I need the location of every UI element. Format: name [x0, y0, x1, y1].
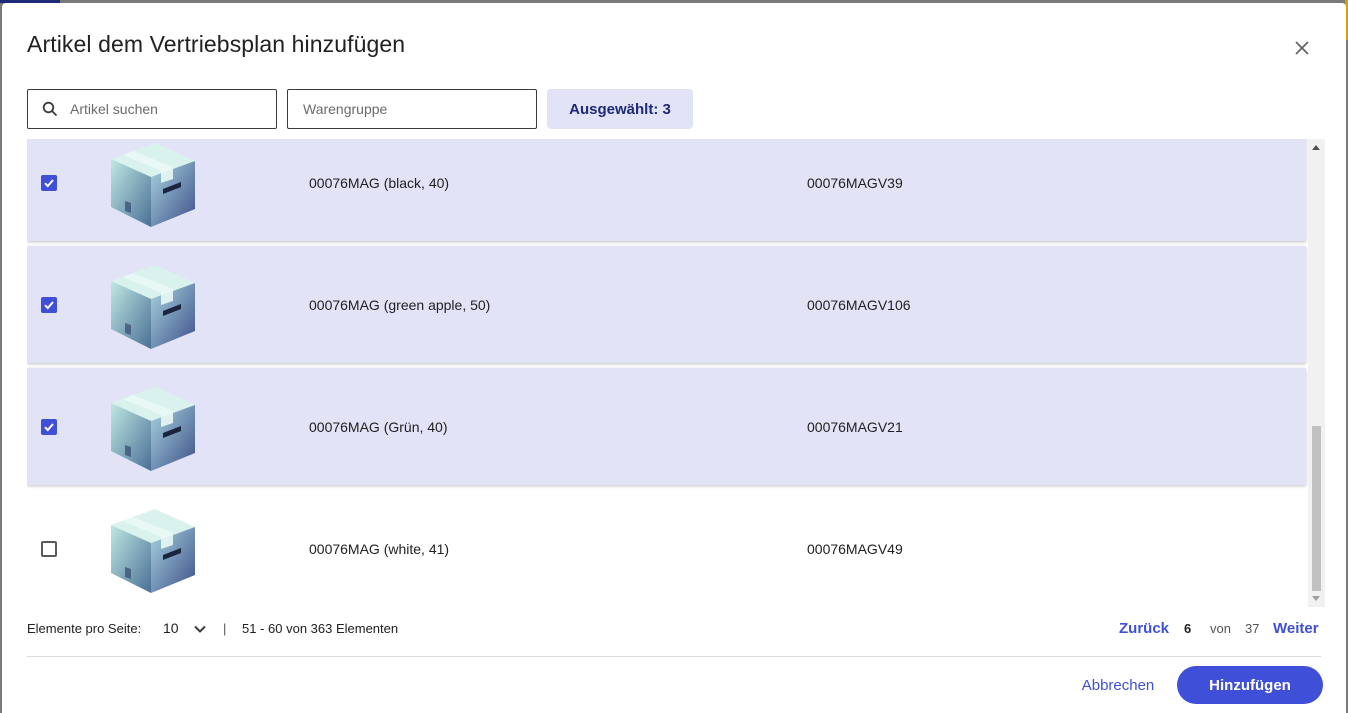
current-page[interactable]: 6	[1184, 621, 1191, 636]
row-checkbox[interactable]	[41, 540, 57, 557]
pagination-bar: Elemente pro Seite: 10 | 51 - 60 von 363…	[27, 617, 1321, 641]
page-of-label: von	[1210, 621, 1231, 636]
article-name: 00076MAG (black, 40)	[309, 174, 450, 191]
package-icon	[111, 142, 195, 227]
table-row[interactable]: 00076MAG (Grün, 40) 00076MAGV21	[27, 368, 1306, 485]
next-page-button[interactable]: Weiter	[1273, 620, 1319, 637]
search-field[interactable]	[27, 89, 277, 129]
table-row[interactable]: 00076MAG (green apple, 50) 00076MAGV106	[27, 246, 1306, 363]
per-page-select[interactable]: 10	[163, 620, 179, 636]
article-name: 00076MAG (white, 41)	[309, 540, 450, 557]
close-button[interactable]	[1290, 36, 1314, 60]
total-pages: 37	[1245, 621, 1260, 636]
product-group-field[interactable]	[287, 89, 537, 129]
dialog-title: Artikel dem Vertriebsplan hinzufügen	[27, 31, 406, 57]
check-icon	[44, 300, 54, 309]
check-icon	[44, 178, 54, 187]
close-icon	[1295, 41, 1309, 55]
footer-divider	[27, 656, 1321, 657]
per-page-label: Elemente pro Seite:	[27, 621, 142, 636]
row-checkbox[interactable]	[41, 418, 57, 435]
article-code: 00076MAGV106	[807, 296, 911, 313]
list-scrollbar[interactable]	[1308, 139, 1325, 607]
package-icon	[111, 386, 195, 471]
table-row[interactable]: 00076MAG (white, 41) 00076MAGV49	[27, 490, 1306, 607]
cancel-button[interactable]: Abbrechen	[1072, 666, 1164, 704]
search-icon	[40, 99, 60, 119]
package-icon	[111, 264, 195, 349]
previous-page-button[interactable]: Zurück	[1119, 620, 1169, 637]
scroll-up-arrow-icon[interactable]	[1312, 145, 1320, 150]
product-group-input[interactable]	[288, 90, 536, 128]
scroll-down-arrow-icon[interactable]	[1312, 596, 1320, 601]
check-icon	[44, 422, 54, 431]
article-list: 00076MAG (black, 40) 00076MAGV39 00076MA…	[27, 139, 1325, 607]
article-code: 00076MAGV21	[807, 418, 903, 435]
package-icon	[111, 508, 195, 593]
article-code: 00076MAGV39	[807, 174, 903, 191]
scrollbar-thumb[interactable]	[1312, 426, 1321, 591]
article-name: 00076MAG (green apple, 50)	[309, 296, 491, 313]
chevron-down-icon[interactable]	[192, 621, 208, 637]
add-button[interactable]: Hinzufügen	[1177, 666, 1323, 704]
article-code: 00076MAGV49	[807, 540, 903, 557]
row-checkbox[interactable]	[41, 174, 57, 191]
selected-count-button[interactable]: Ausgewählt: 3	[547, 89, 693, 129]
search-input[interactable]	[60, 90, 276, 128]
item-range: 51 - 60 von 363 Elementen	[242, 621, 399, 636]
article-name: 00076MAG (Grün, 40)	[309, 418, 448, 435]
add-articles-dialog: Artikel dem Vertriebsplan hinzufügen Aus…	[2, 3, 1346, 713]
row-checkbox[interactable]	[41, 296, 57, 313]
table-row[interactable]: 00076MAG (black, 40) 00076MAGV39	[27, 139, 1306, 241]
pagination-separator: |	[223, 621, 227, 636]
